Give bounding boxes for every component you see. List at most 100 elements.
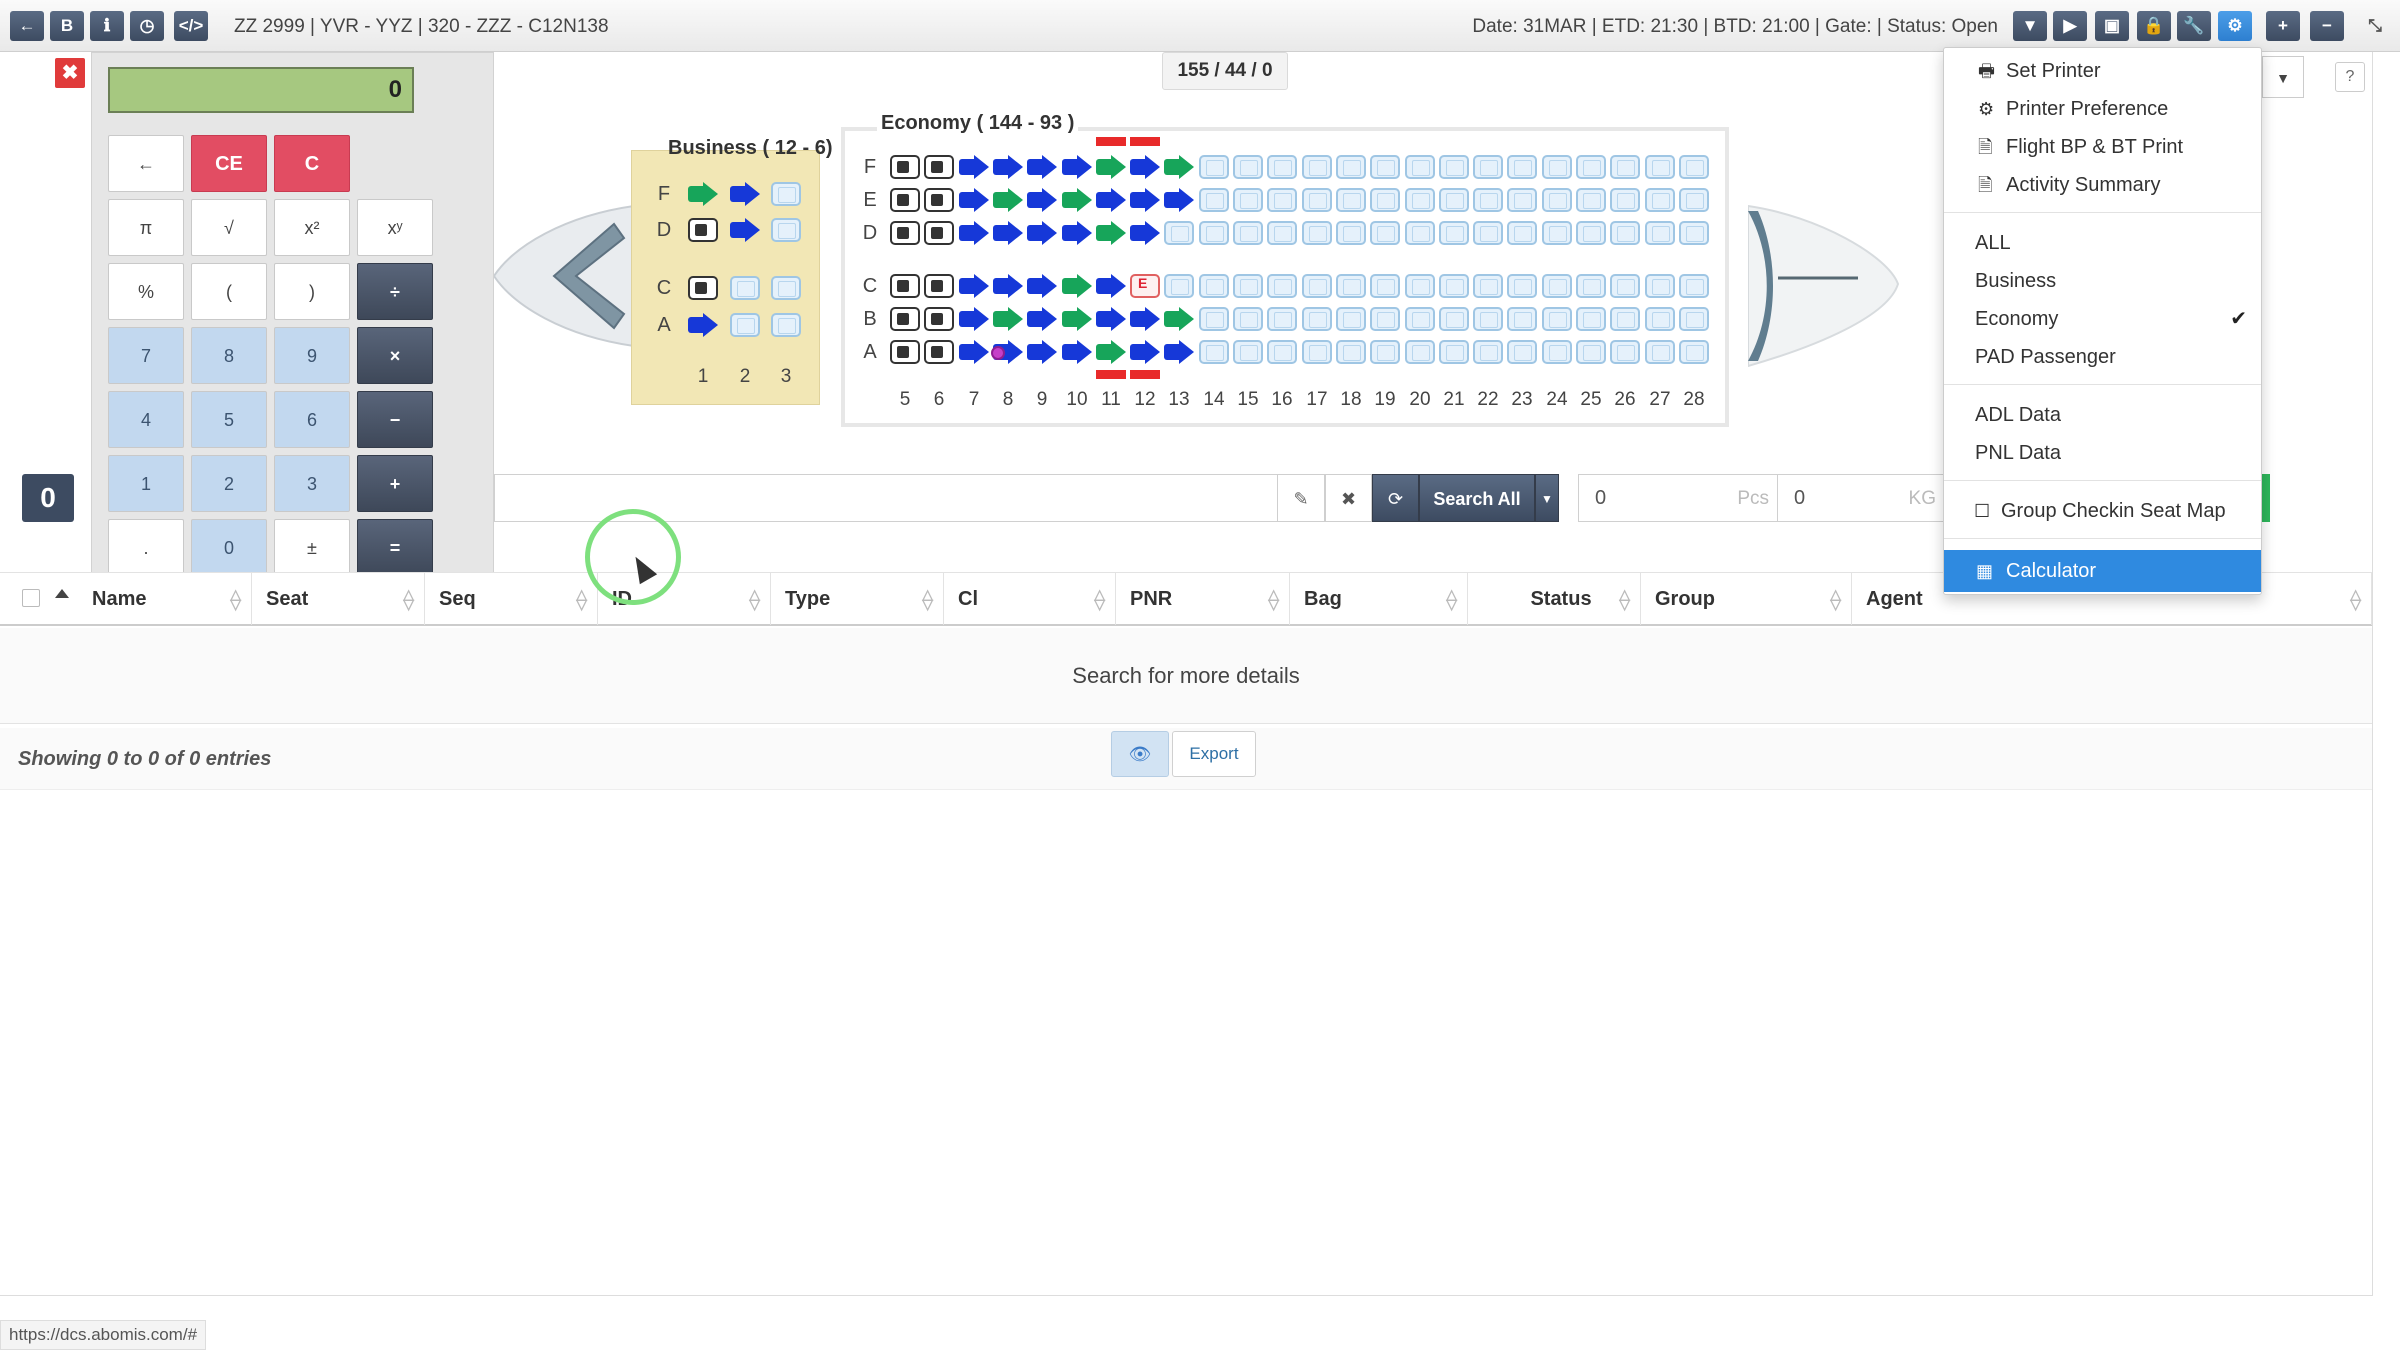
seat-A25[interactable] <box>1576 340 1606 364</box>
clear-key[interactable]: C <box>274 135 350 192</box>
digit-0-key[interactable]: 0 <box>191 519 267 576</box>
close-paren-key[interactable]: ) <box>274 263 350 320</box>
seat-D9[interactable] <box>1027 221 1057 245</box>
seat-C28[interactable] <box>1679 274 1709 298</box>
seat-B23[interactable] <box>1507 307 1537 331</box>
multiply-key[interactable]: × <box>357 327 433 384</box>
seat-F5[interactable] <box>890 155 920 179</box>
seat-F11[interactable] <box>1096 155 1126 179</box>
seat-B6[interactable] <box>924 307 954 331</box>
seat-E25[interactable] <box>1576 188 1606 212</box>
equals-key[interactable]: = <box>357 519 433 576</box>
bold-b-icon[interactable]: B <box>50 11 84 41</box>
cogs-icon[interactable]: ⚙ <box>2218 11 2252 41</box>
sort-up-icon[interactable] <box>55 589 69 598</box>
seat-F27[interactable] <box>1645 155 1675 179</box>
seat-D16[interactable] <box>1267 221 1297 245</box>
seat-D1[interactable] <box>688 218 718 242</box>
pieces-field[interactable]: 0 Pcs <box>1578 474 1778 522</box>
briefcase-icon[interactable]: ▣ <box>2095 11 2129 41</box>
seat-F28[interactable] <box>1679 155 1709 179</box>
seat-A20[interactable] <box>1405 340 1435 364</box>
code-icon[interactable]: </> <box>174 11 208 41</box>
clear-entry-key[interactable]: CE <box>191 135 267 192</box>
seat-B26[interactable] <box>1610 307 1640 331</box>
lock-icon[interactable]: 🔒 <box>2137 11 2171 41</box>
seat-D24[interactable] <box>1542 221 1572 245</box>
seat-A12[interactable] <box>1130 340 1160 364</box>
seat-B5[interactable] <box>890 307 920 331</box>
seat-D26[interactable] <box>1610 221 1640 245</box>
export-button[interactable]: Export <box>1172 731 1256 777</box>
dropdown-toggle[interactable]: ▼ <box>2262 56 2304 98</box>
seat-D5[interactable] <box>890 221 920 245</box>
seat-B16[interactable] <box>1267 307 1297 331</box>
seat-D11[interactable] <box>1096 221 1126 245</box>
seat-F8[interactable] <box>993 155 1023 179</box>
digit-1-key[interactable]: 1 <box>108 455 184 512</box>
column-header-cl[interactable]: Cl △ ▽ <box>944 573 1116 625</box>
menu-item-activity-summary[interactable]: 🗎 Activity Summary <box>1944 166 2261 204</box>
seat-A15[interactable] <box>1233 340 1263 364</box>
seat-E20[interactable] <box>1405 188 1435 212</box>
search-all-dropdown-caret[interactable]: ▼ <box>1535 474 1559 522</box>
seat-B18[interactable] <box>1336 307 1366 331</box>
seat-D12[interactable] <box>1130 221 1160 245</box>
compress-icon[interactable]: ⤡ <box>2358 11 2392 41</box>
seat-C19[interactable] <box>1370 274 1400 298</box>
refresh-icon[interactable]: ⟳ <box>1372 474 1419 522</box>
seat-F23[interactable] <box>1507 155 1537 179</box>
seat-B7[interactable] <box>959 307 989 331</box>
add-key[interactable]: + <box>357 455 433 512</box>
seat-F13[interactable] <box>1164 155 1194 179</box>
search-all-button[interactable]: Search All <box>1419 474 1535 522</box>
filter-icon[interactable]: ▼ <box>2013 11 2047 41</box>
seat-D19[interactable] <box>1370 221 1400 245</box>
seat-C26[interactable] <box>1610 274 1640 298</box>
seat-A28[interactable] <box>1679 340 1709 364</box>
close-calculator-button[interactable]: ✖ <box>55 58 85 88</box>
seat-F22[interactable] <box>1473 155 1503 179</box>
sqrt-key[interactable]: √ <box>191 199 267 256</box>
seat-B14[interactable] <box>1199 307 1229 331</box>
seat-A7[interactable] <box>959 340 989 364</box>
seat-F1[interactable] <box>688 182 718 206</box>
seat-A27[interactable] <box>1645 340 1675 364</box>
menu-item-printer-preference[interactable]: ⚙ Printer Preference <box>1944 90 2261 128</box>
seat-C6[interactable] <box>924 274 954 298</box>
power-key[interactable]: xʸ <box>357 199 433 256</box>
seat-E26[interactable] <box>1610 188 1640 212</box>
add-user-icon[interactable]: + <box>2266 11 2300 41</box>
seat-B28[interactable] <box>1679 307 1709 331</box>
seat-D27[interactable] <box>1645 221 1675 245</box>
seat-C1[interactable] <box>688 276 718 300</box>
seat-C16[interactable] <box>1267 274 1297 298</box>
seat-E5[interactable] <box>890 188 920 212</box>
seat-C7[interactable] <box>959 274 989 298</box>
seat-C3[interactable] <box>771 276 801 300</box>
menu-item-calculator[interactable]: ▦ Calculator <box>1944 550 2261 592</box>
digit-8-key[interactable]: 8 <box>191 327 267 384</box>
seat-B11[interactable] <box>1096 307 1126 331</box>
seat-B17[interactable] <box>1302 307 1332 331</box>
pi-key[interactable]: π <box>108 199 184 256</box>
digit-5-key[interactable]: 5 <box>191 391 267 448</box>
seat-B24[interactable] <box>1542 307 1572 331</box>
column-header-name[interactable]: Name △ ▽ <box>78 573 252 625</box>
seat-C11[interactable] <box>1096 274 1126 298</box>
seat-A6[interactable] <box>924 340 954 364</box>
seat-D17[interactable] <box>1302 221 1332 245</box>
select-all-checkbox[interactable] <box>22 589 40 607</box>
seat-B21[interactable] <box>1439 307 1469 331</box>
seat-F10[interactable] <box>1062 155 1092 179</box>
seat-D14[interactable] <box>1199 221 1229 245</box>
seat-C27[interactable] <box>1645 274 1675 298</box>
column-header-pnr[interactable]: PNR △ ▽ <box>1116 573 1290 625</box>
sign-key[interactable]: ± <box>274 519 350 576</box>
seat-C10[interactable] <box>1062 274 1092 298</box>
seat-C23[interactable] <box>1507 274 1537 298</box>
menu-item-group-checkin-seat-map[interactable]: ☐ Group Checkin Seat Map <box>1944 492 2261 530</box>
seat-A10[interactable] <box>1062 340 1092 364</box>
seat-B13[interactable] <box>1164 307 1194 331</box>
seat-B8[interactable] <box>993 307 1023 331</box>
